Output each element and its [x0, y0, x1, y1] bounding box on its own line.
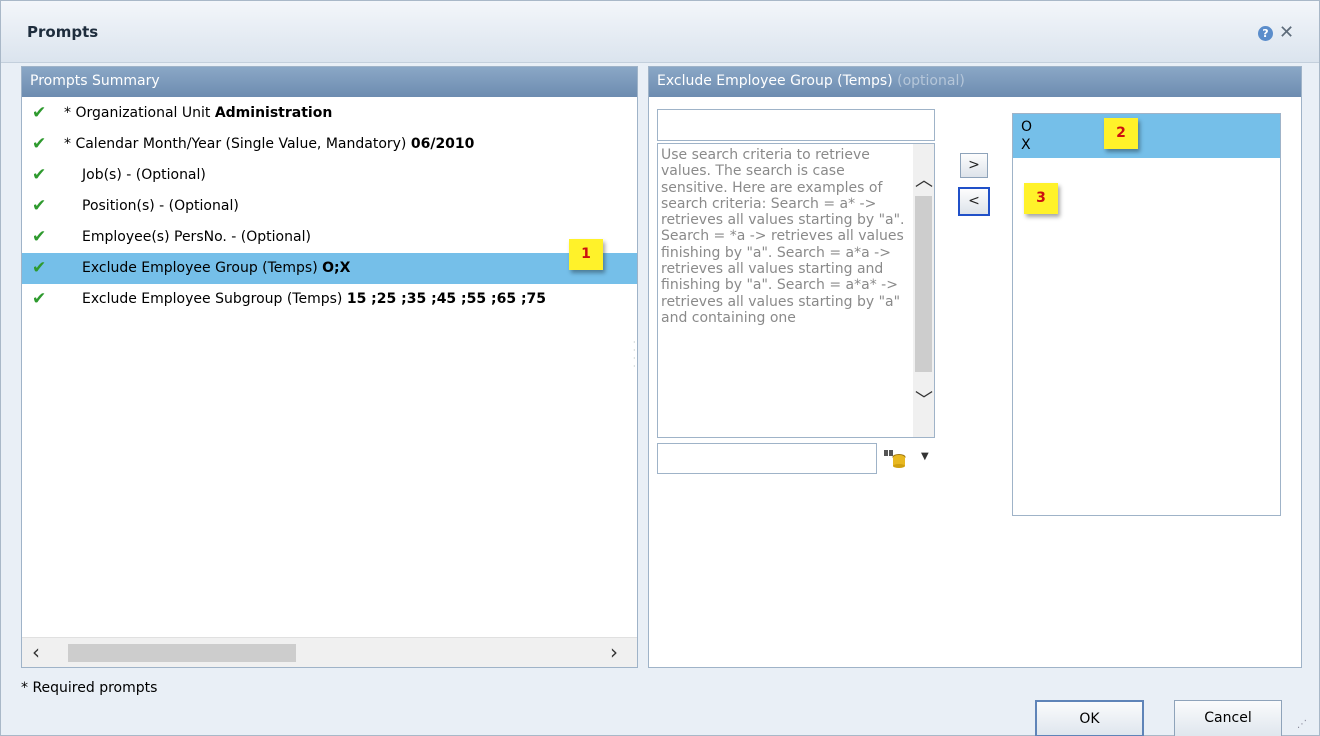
help-icon[interactable]: ?	[1258, 26, 1273, 41]
prompts-summary-panel: Prompts Summary ✔ * Organizational Unit …	[21, 66, 638, 668]
cancel-button[interactable]: Cancel	[1174, 700, 1282, 736]
prompt-label: Exclude Employee Subgroup (Temps)	[82, 291, 347, 307]
resize-grip-icon[interactable]: ⋰	[1297, 719, 1307, 730]
prompt-value: 06/2010	[410, 136, 475, 152]
scroll-thumb[interactable]	[915, 196, 932, 372]
optional-label: (optional)	[897, 73, 965, 89]
prompt-row-organizational-unit[interactable]: ✔ * Organizational Unit Administration	[22, 98, 637, 129]
check-icon: ✔	[32, 258, 47, 278]
search-help-text: Use search criteria to retrieve values. …	[661, 147, 905, 326]
callout-badge: 2	[1104, 118, 1138, 149]
prompt-row-positions[interactable]: ✔ Position(s) - (Optional)	[22, 191, 637, 222]
prompt-row-calendar-month[interactable]: ✔ * Calendar Month/Year (Single Value, M…	[22, 129, 637, 160]
prompts-dialog: Prompts ? ✕ Prompts Summary ✔ * Organiza…	[0, 0, 1320, 736]
prompt-value: O;X	[322, 260, 351, 276]
selected-values-group[interactable]: O X	[1013, 114, 1280, 158]
prompt-label: Exclude Employee Group (Temps)	[82, 260, 323, 276]
exclude-panel-header: Exclude Employee Group (Temps) (optional…	[649, 67, 1301, 97]
prompt-label: * Calendar Month/Year (Single Value, Man…	[64, 136, 411, 152]
vertical-scrollbar[interactable]: ︿ ﹀	[913, 144, 934, 437]
scroll-down-icon[interactable]: ﹀	[915, 386, 933, 412]
prompt-row-exclude-employee-subgroup[interactable]: ✔ Exclude Employee Subgroup (Temps) 15 ;…	[22, 284, 637, 315]
scroll-thumb[interactable]	[68, 644, 296, 662]
horizontal-scrollbar[interactable]: ‹ ›	[22, 637, 637, 667]
prompt-value: 15 ;25 ;35 ;45 ;55 ;65 ;75	[346, 291, 547, 307]
callout-badge: 3	[1024, 183, 1058, 214]
panel-splitter[interactable]: · · · ·	[633, 339, 637, 373]
close-icon[interactable]: ✕	[1279, 22, 1294, 43]
prompts-summary-header: Prompts Summary	[22, 67, 637, 97]
scroll-left-icon[interactable]: ‹	[32, 640, 40, 664]
callout-badge: 1	[569, 239, 603, 270]
scroll-right-icon[interactable]: ›	[610, 640, 618, 664]
exclude-panel-title: Exclude Employee Group (Temps)	[657, 73, 893, 89]
search-input[interactable]	[657, 443, 877, 474]
selected-value-item[interactable]: O	[1021, 118, 1272, 136]
check-icon: ✔	[32, 289, 47, 309]
remove-value-button[interactable]: <	[958, 187, 990, 216]
search-database-icon[interactable]	[882, 448, 908, 468]
prompt-label: Position(s) - (Optional)	[82, 198, 239, 214]
prompt-row-jobs[interactable]: ✔ Job(s) - (Optional)	[22, 160, 637, 191]
check-icon: ✔	[32, 103, 47, 123]
check-icon: ✔	[32, 134, 47, 154]
check-icon: ✔	[32, 227, 47, 247]
dialog-titlebar: Prompts ? ✕	[1, 1, 1319, 63]
add-value-button[interactable]: >	[960, 153, 988, 178]
prompt-label: Employee(s) PersNo. - (Optional)	[82, 229, 311, 245]
chevron-down-icon[interactable]: ▼	[921, 451, 929, 462]
prompt-row-exclude-employee-group[interactable]: ✔ Exclude Employee Group (Temps) O;X	[22, 253, 637, 284]
check-icon: ✔	[32, 165, 47, 185]
scroll-up-icon[interactable]: ︿	[915, 166, 933, 192]
selected-values-list[interactable]: O X	[1012, 113, 1281, 516]
prompt-row-employees[interactable]: ✔ Employee(s) PersNo. - (Optional)	[22, 222, 637, 253]
ok-button[interactable]: OK	[1035, 700, 1144, 736]
required-prompts-note: * Required prompts	[21, 680, 158, 696]
dialog-title: Prompts	[27, 23, 99, 41]
check-icon: ✔	[32, 196, 47, 216]
prompt-label: Job(s) - (Optional)	[82, 167, 206, 183]
value-filter-input[interactable]	[657, 109, 935, 141]
prompt-label: * Organizational Unit	[64, 105, 215, 121]
selected-value-item[interactable]: X	[1021, 136, 1272, 154]
prompt-value: Administration	[214, 105, 333, 121]
exclude-employee-group-panel: Exclude Employee Group (Temps) (optional…	[648, 66, 1302, 668]
available-values-list[interactable]: Use search criteria to retrieve values. …	[657, 143, 935, 438]
